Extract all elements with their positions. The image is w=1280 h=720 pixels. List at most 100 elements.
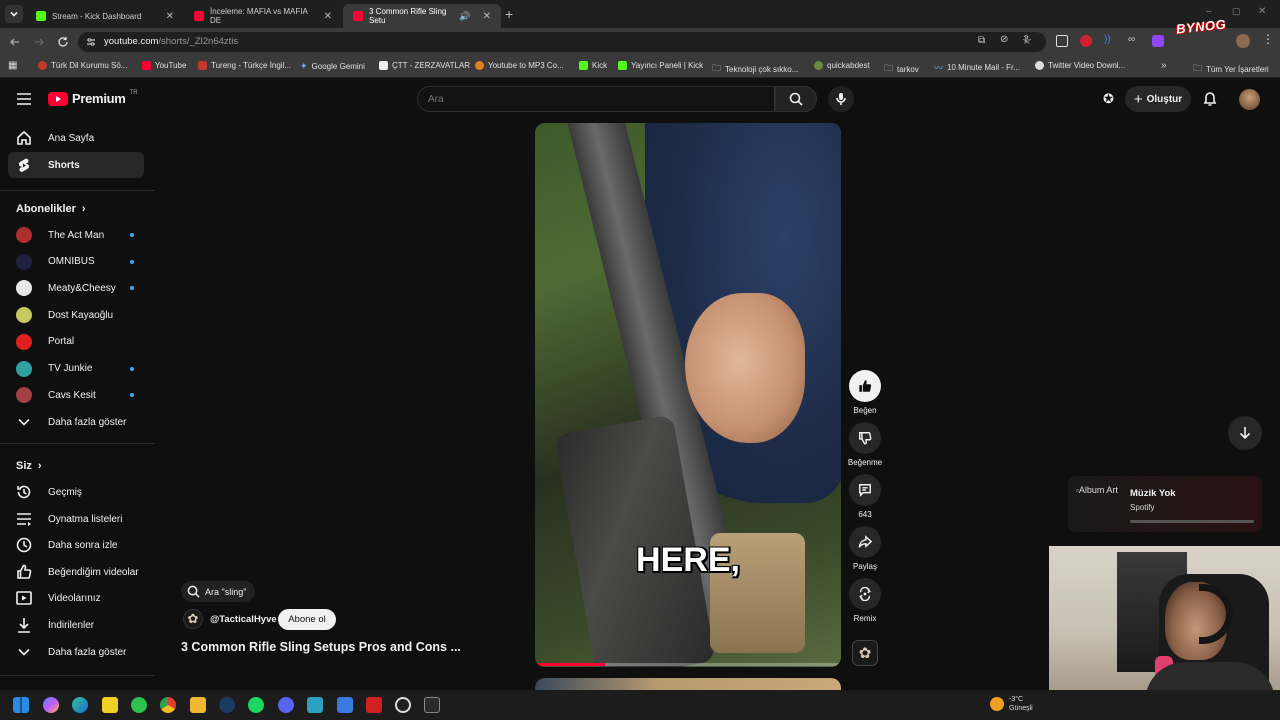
short-title[interactable]: 3 Common Rifle Sling Setups Pros and Con… <box>181 640 461 654</box>
you-show-more[interactable]: Daha fazla göster <box>8 639 144 665</box>
site-info-icon[interactable] <box>86 37 96 47</box>
bookmark-item[interactable]: Tureng - Türkçe İngil... <box>198 61 291 70</box>
video-progress-track[interactable] <box>535 663 841 666</box>
hide-icon[interactable]: ⊘ <box>1000 34 1008 45</box>
spotify-icon[interactable] <box>248 697 264 713</box>
search-input[interactable] <box>428 92 758 106</box>
bookmark-folder[interactable]: 🗀 Teknoloji çok sıkko... <box>712 61 798 77</box>
sidebar-subscription[interactable]: Dost Kayaoğlu <box>8 302 144 328</box>
extension-record-icon[interactable] <box>1080 35 1092 47</box>
you-heading[interactable]: Siz › <box>16 460 42 472</box>
windows-start-icon[interactable] <box>13 697 29 713</box>
close-window-icon[interactable]: ✕ <box>1258 6 1266 17</box>
sound-thumbnail[interactable]: ✿ <box>852 640 878 666</box>
more-bookmarks-icon[interactable]: » <box>1161 60 1167 71</box>
short-video-player[interactable]: HERE, <box>535 123 841 667</box>
remix-button[interactable]: Remix <box>849 578 881 623</box>
speaker-icon[interactable]: 🔊 <box>459 11 470 22</box>
whatsapp-icon[interactable] <box>131 697 147 713</box>
subscribe-button[interactable]: Abone ol <box>278 609 336 630</box>
address-bar[interactable]: youtube.com/shorts/_Zl2n64ztis ⧉ ⊘ ⇪ <box>78 32 1046 52</box>
sidebar-item-downloads[interactable]: İndirilenler <box>8 612 144 638</box>
maximize-icon[interactable]: ▢ <box>1232 6 1241 17</box>
subscriptions-show-more[interactable]: Daha fazla göster <box>8 409 144 435</box>
bookmark-item[interactable]: quickabdest <box>814 61 870 70</box>
acrobat-icon[interactable] <box>366 697 382 713</box>
extension-icon[interactable] <box>1056 35 1068 47</box>
apps-grid-icon[interactable]: ▦ <box>8 60 17 71</box>
bookmark-item[interactable]: Kick <box>579 61 607 70</box>
minimize-icon[interactable]: – <box>1206 6 1212 17</box>
close-tab-icon[interactable]: ✕ <box>166 11 174 22</box>
back-icon[interactable] <box>9 36 21 48</box>
user-avatar[interactable] <box>1239 89 1260 110</box>
sidebar-item-liked-videos[interactable]: Beğendiğim videolar <box>8 559 144 585</box>
youtube-premium-logo[interactable]: Premium TR <box>48 90 138 106</box>
browser-tab[interactable]: İnceleme: MAFIA vs MAFIA DE ✕ <box>184 4 342 28</box>
channel-avatar[interactable]: ✿ <box>183 609 203 629</box>
tab-search-button[interactable] <box>5 5 23 23</box>
discord-icon[interactable] <box>278 697 294 713</box>
bookmark-item[interactable]: Yayıncı Paneli | Kick <box>618 61 703 70</box>
search-chip[interactable]: Ara "sling" <box>181 581 256 602</box>
app-icon[interactable] <box>307 697 323 713</box>
hamburger-menu-icon[interactable] <box>16 92 32 106</box>
copilot-icon[interactable] <box>43 697 59 713</box>
all-bookmarks-folder[interactable]: 🗀 Tüm Yer İşaretleri <box>1193 61 1269 77</box>
sidebar-item-your-videos[interactable]: Videolarınız <box>8 585 144 611</box>
browser-menu-icon[interactable]: ⋮ <box>1262 32 1274 46</box>
install-app-icon[interactable]: ⧉ <box>978 35 985 46</box>
sidebar-subscription[interactable]: Portal <box>8 329 144 355</box>
close-tab-icon[interactable]: ✕ <box>324 11 332 22</box>
comments-button[interactable]: 643 <box>849 474 881 519</box>
like-button[interactable]: Beğen <box>849 370 881 415</box>
app-icon[interactable] <box>337 697 353 713</box>
bookmark-item[interactable]: YouTube <box>142 61 186 70</box>
share-button[interactable]: Paylaş <box>849 526 881 571</box>
sidebar-subscription[interactable]: OMNIBUS <box>8 249 144 275</box>
browser-tab[interactable]: Stream - Kick Dashboard ✕ <box>26 4 184 28</box>
extension-glasses-icon[interactable]: ∞ <box>1128 34 1135 45</box>
extension-twitch-icon[interactable] <box>1152 35 1164 47</box>
close-tab-icon[interactable]: ✕ <box>483 11 491 22</box>
new-tab-button[interactable]: + <box>505 6 513 22</box>
sidebar-item-history[interactable]: Geçmiş <box>8 479 144 505</box>
bookmark-item[interactable]: ÇTT - ZERZAVATLAR <box>379 61 470 70</box>
notifications-bell-icon[interactable] <box>1203 91 1217 107</box>
search-box[interactable] <box>417 86 775 112</box>
bookmark-item[interactable]: Youtube to MP3 Co... <box>475 61 564 70</box>
bookmark-folder[interactable]: 🗀 tarkov <box>884 61 919 77</box>
sticky-notes-icon[interactable] <box>102 697 118 713</box>
profile-avatar[interactable] <box>1236 34 1250 48</box>
terminal-icon[interactable] <box>424 697 440 713</box>
chrome-icon[interactable] <box>160 697 176 713</box>
channel-name[interactable]: @TacticalHyve <box>210 614 277 625</box>
bookmark-item[interactable]: Türk Dil Kurumu Sö... <box>38 61 127 70</box>
reload-icon[interactable] <box>57 36 69 48</box>
sidebar-item-home[interactable]: Ana Sayfa <box>8 125 144 151</box>
dislike-button[interactable]: Beğenme <box>848 422 882 467</box>
premium-badge-icon[interactable]: ✪ <box>1103 91 1114 107</box>
sidebar-subscription[interactable]: TV Junkie <box>8 356 144 382</box>
bookmark-item[interactable]: ✦ Google Gemini <box>300 61 365 72</box>
sidebar-item-watch-later[interactable]: Daha sonra izle <box>8 532 144 558</box>
subscriptions-heading[interactable]: Abonelikler › <box>16 203 86 215</box>
browser-tab-active[interactable]: 3 Common Rifle Sling Setu 🔊 ✕ <box>343 4 501 28</box>
search-button[interactable] <box>775 86 817 112</box>
weather-widget[interactable]: -3°C Güneşli <box>990 695 1033 713</box>
bookmark-star-icon[interactable]: ☆ <box>1022 34 1032 47</box>
bookmark-item[interactable]: 〰 10 Minute Mail - Fr... <box>934 61 1020 74</box>
sidebar-item-playlists[interactable]: Oynatma listeleri <box>8 506 144 532</box>
sidebar-subscription[interactable]: Meaty&Cheesy <box>8 275 144 301</box>
extension-wave-icon[interactable]: )) <box>1104 34 1111 45</box>
next-short-button[interactable] <box>1228 416 1262 450</box>
create-button[interactable]: + Oluştur <box>1125 86 1191 112</box>
sidebar-item-shorts[interactable]: Shorts <box>8 152 144 178</box>
bookmark-item[interactable]: Twitter Video Downl... <box>1035 61 1125 70</box>
file-explorer-icon[interactable] <box>190 697 206 713</box>
forward-icon[interactable] <box>33 36 45 48</box>
next-short-preview[interactable] <box>535 678 841 690</box>
sidebar-subscription[interactable]: Cavs Kesit <box>8 382 144 408</box>
edge-icon[interactable] <box>72 697 88 713</box>
steam-icon[interactable] <box>219 697 235 713</box>
